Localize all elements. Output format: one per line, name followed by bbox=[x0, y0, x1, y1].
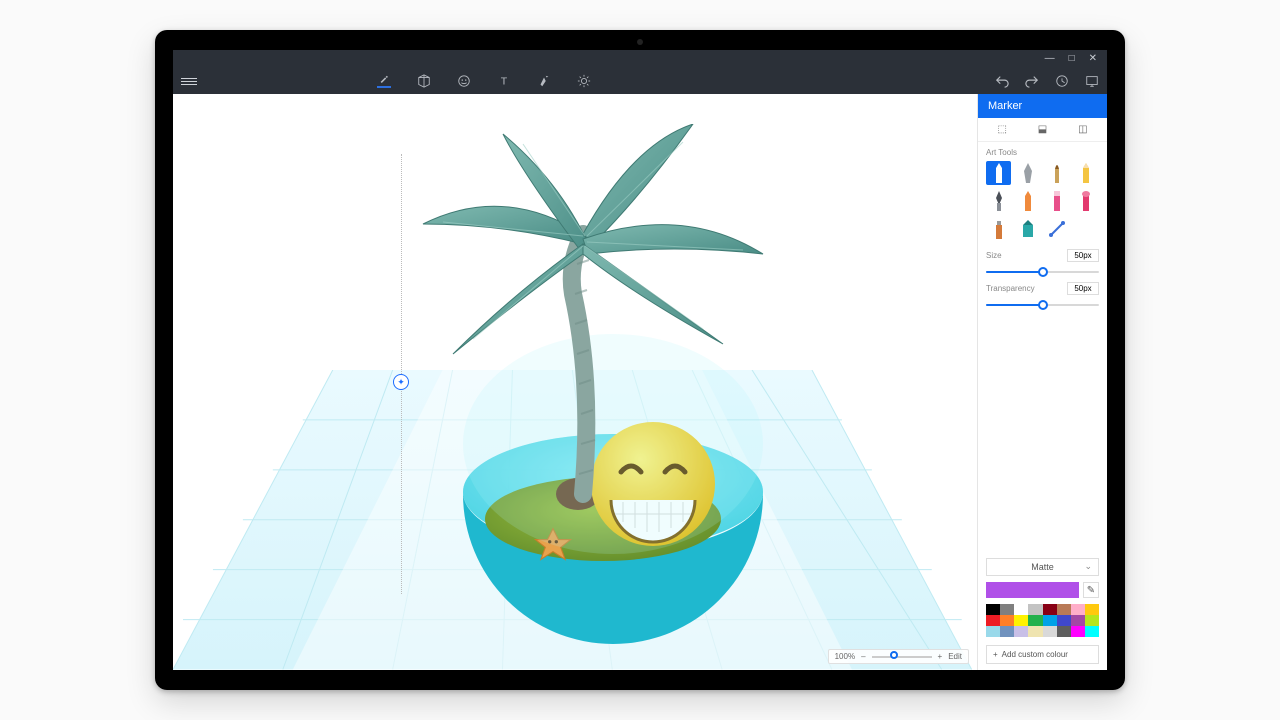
color-swatch[interactable] bbox=[1043, 626, 1057, 637]
tablet-device: — □ ✕ T bbox=[155, 30, 1125, 690]
transparency-slider[interactable] bbox=[986, 299, 1099, 311]
color-swatch[interactable] bbox=[1071, 626, 1085, 637]
menu-button[interactable] bbox=[181, 78, 197, 85]
tab-select[interactable]: ⬚ bbox=[997, 124, 1006, 135]
view-mode-label[interactable]: Edit bbox=[948, 652, 962, 661]
tab-crop[interactable]: ⬓ bbox=[1038, 124, 1047, 135]
side-panel: Marker ⬚ ⬓ ◫ Art Tools bbox=[977, 94, 1107, 670]
tab-canvas[interactable]: ◫ bbox=[1078, 124, 1087, 135]
empty-tool-slot bbox=[1074, 217, 1099, 241]
zoom-in-button[interactable]: + bbox=[938, 652, 943, 661]
eraser-tool[interactable] bbox=[1045, 189, 1070, 213]
tool-mode-group: T bbox=[377, 74, 591, 88]
art-tools-label: Art Tools bbox=[978, 142, 1107, 159]
eyedropper-button[interactable]: ✎ bbox=[1083, 582, 1099, 598]
finish-dropdown[interactable]: Matte bbox=[986, 558, 1099, 576]
color-swatch[interactable] bbox=[986, 626, 1000, 637]
pen-tool[interactable] bbox=[986, 189, 1011, 213]
color-swatch[interactable] bbox=[1057, 626, 1071, 637]
color-swatch[interactable] bbox=[1071, 604, 1085, 615]
redo-button[interactable] bbox=[1025, 74, 1039, 88]
color-swatch[interactable] bbox=[1057, 615, 1071, 626]
window-minimize-button[interactable]: — bbox=[1045, 54, 1055, 64]
add-custom-color-label: Add custom colour bbox=[1002, 650, 1068, 659]
history-button[interactable] bbox=[1055, 74, 1069, 88]
watercolor-tool[interactable] bbox=[1074, 189, 1099, 213]
depth-handle[interactable]: ✦ bbox=[393, 374, 409, 390]
art-tools-grid bbox=[978, 159, 1107, 247]
effects-tool-icon[interactable] bbox=[537, 74, 551, 88]
size-label: Size bbox=[986, 251, 1002, 260]
panel-tabs: ⬚ ⬓ ◫ bbox=[978, 118, 1107, 142]
color-swatch[interactable] bbox=[1028, 626, 1042, 637]
spray-can-tool[interactable] bbox=[986, 217, 1011, 241]
color-swatch[interactable] bbox=[1071, 615, 1085, 626]
color-swatch[interactable] bbox=[1000, 604, 1014, 615]
pixel-pen-tool[interactable] bbox=[1045, 217, 1070, 241]
color-swatch[interactable] bbox=[1014, 604, 1028, 615]
current-color-row: ✎ bbox=[978, 580, 1107, 600]
calligraphy-pen-tool[interactable] bbox=[1015, 161, 1040, 185]
workspace: ✦ 100% – + Edit Marker ⬚ ⬓ bbox=[173, 94, 1107, 670]
transparency-value-input[interactable] bbox=[1067, 282, 1099, 295]
color-swatch[interactable] bbox=[1014, 615, 1028, 626]
color-swatch[interactable] bbox=[1014, 626, 1028, 637]
color-swatch[interactable] bbox=[1043, 604, 1057, 615]
color-swatch[interactable] bbox=[1085, 626, 1099, 637]
fill-tool[interactable] bbox=[1015, 217, 1040, 241]
zoom-controls: 100% – + Edit bbox=[828, 649, 969, 664]
zoom-slider[interactable] bbox=[872, 656, 932, 658]
color-swatch[interactable] bbox=[1028, 615, 1042, 626]
add-custom-color-button[interactable]: + Add custom colour bbox=[986, 645, 1099, 664]
scene-artwork bbox=[383, 124, 823, 644]
window-close-button[interactable]: ✕ bbox=[1089, 54, 1097, 64]
color-palette bbox=[978, 600, 1107, 641]
current-color-swatch[interactable] bbox=[986, 582, 1079, 598]
undo-button[interactable] bbox=[995, 74, 1009, 88]
color-swatch[interactable] bbox=[1000, 626, 1014, 637]
plus-icon: + bbox=[993, 650, 998, 659]
oil-brush-tool[interactable] bbox=[1045, 161, 1070, 185]
color-swatch[interactable] bbox=[1043, 615, 1057, 626]
canvas-3d-view[interactable]: ✦ 100% – + Edit bbox=[173, 94, 977, 670]
color-swatch[interactable] bbox=[1028, 604, 1042, 615]
present-button[interactable] bbox=[1085, 74, 1099, 88]
lighting-tool-icon[interactable] bbox=[577, 74, 591, 88]
crayon-tool[interactable] bbox=[1015, 189, 1040, 213]
main-toolbar: T bbox=[173, 68, 1107, 94]
color-swatch[interactable] bbox=[1057, 604, 1071, 615]
brushes-tool-icon[interactable] bbox=[377, 74, 391, 88]
device-camera bbox=[637, 39, 643, 45]
app-window: — □ ✕ T bbox=[173, 50, 1107, 670]
color-swatch[interactable] bbox=[986, 615, 1000, 626]
marker-tool[interactable] bbox=[986, 161, 1011, 185]
zoom-percent: 100% bbox=[835, 652, 855, 661]
window-maximize-button[interactable]: □ bbox=[1069, 54, 1075, 64]
color-swatch[interactable] bbox=[986, 604, 1000, 615]
color-swatch[interactable] bbox=[1000, 615, 1014, 626]
size-slider[interactable] bbox=[986, 266, 1099, 278]
zoom-out-button[interactable]: – bbox=[861, 652, 865, 661]
window-titlebar: — □ ✕ bbox=[173, 50, 1107, 68]
panel-title: Marker bbox=[978, 94, 1107, 118]
history-group bbox=[995, 74, 1099, 88]
stickers-tool-icon[interactable] bbox=[457, 74, 471, 88]
color-swatch[interactable] bbox=[1085, 604, 1099, 615]
transparency-label: Transparency bbox=[986, 284, 1035, 293]
text-tool-icon[interactable]: T bbox=[497, 74, 511, 88]
device-bezel: — □ ✕ T bbox=[159, 34, 1121, 686]
size-value-input[interactable] bbox=[1067, 249, 1099, 262]
color-swatch[interactable] bbox=[1085, 615, 1099, 626]
3d-shapes-tool-icon[interactable] bbox=[417, 74, 431, 88]
transparency-control: Transparency bbox=[978, 280, 1107, 313]
pencil-tool[interactable] bbox=[1074, 161, 1099, 185]
size-control: Size bbox=[978, 247, 1107, 280]
svg-text:T: T bbox=[501, 76, 508, 88]
